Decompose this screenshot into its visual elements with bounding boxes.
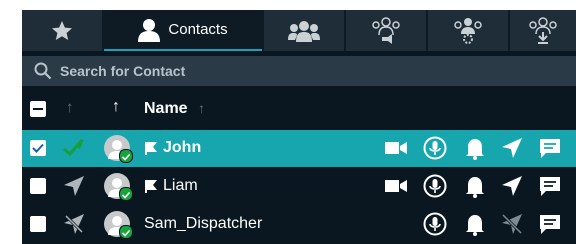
bell-icon [466, 215, 484, 236]
broadcast-group-icon [372, 16, 400, 44]
voice-call-button[interactable] [423, 136, 447, 160]
navigation-off-icon [500, 212, 524, 236]
select-all-checkbox[interactable] [30, 101, 46, 117]
online-badge [119, 149, 133, 163]
contacts-panel: Contacts Search for Contact ↑ ↑ Name ↑ J… [22, 10, 576, 244]
bell-icon [466, 139, 484, 160]
message-button[interactable] [538, 174, 562, 198]
tab-contacts[interactable]: Contacts [104, 10, 262, 51]
contact-name: John [163, 139, 202, 156]
microphone-icon [423, 136, 447, 160]
avatar [104, 135, 133, 163]
row-checkbox[interactable] [30, 178, 46, 194]
contact-row-john[interactable]: John [22, 130, 576, 167]
avatar [104, 173, 133, 201]
alert-button[interactable] [463, 212, 487, 236]
bell-icon [466, 177, 484, 198]
tab-broadcast[interactable] [346, 10, 426, 51]
message-button[interactable] [538, 212, 562, 236]
message-icon [540, 177, 560, 196]
contact-row-liam[interactable]: Liam [22, 168, 576, 205]
message-icon [540, 139, 560, 158]
message-button[interactable] [538, 136, 562, 160]
locate-disabled-button [500, 212, 524, 236]
tab-bar: Contacts [22, 10, 576, 51]
video-call-button[interactable] [384, 174, 408, 198]
list-header: ↑ ↑ Name ↑ [22, 92, 576, 126]
tab-group-download[interactable] [510, 10, 576, 51]
row-actions [384, 136, 574, 162]
location-off-icon [63, 213, 85, 235]
avatar [104, 211, 133, 239]
online-badge [119, 187, 133, 201]
search-bar [22, 56, 576, 86]
search-icon [34, 62, 52, 80]
voice-call-button[interactable] [423, 212, 447, 236]
search-input[interactable] [58, 62, 542, 80]
name-column-header[interactable]: Name [144, 100, 188, 118]
checkmark-icon [32, 143, 44, 153]
status-sort-arrow-icon[interactable]: ↑ [66, 99, 74, 116]
row-actions [384, 212, 574, 238]
tab-groups[interactable] [264, 10, 344, 51]
tab-favorites[interactable] [22, 10, 102, 51]
name-sort-arrow-icon[interactable]: ↑ [198, 100, 205, 116]
group-settings-icon [454, 17, 482, 44]
voice-call-button[interactable] [423, 174, 447, 198]
person-icon [138, 18, 161, 42]
contact-name: Liam [163, 177, 198, 194]
video-camera-icon [385, 142, 407, 154]
video-camera-icon [385, 180, 407, 192]
row-checkbox[interactable] [30, 140, 46, 156]
avatar-sort-arrow-icon[interactable]: ↑ [112, 98, 120, 116]
group-icon [288, 20, 320, 42]
navigation-arrow-icon [502, 176, 522, 196]
locate-button[interactable] [500, 174, 524, 198]
location-icon [64, 176, 84, 196]
microphone-icon [423, 174, 447, 198]
contact-row-sam-dispatcher[interactable]: Sam_Dispatcher [22, 206, 576, 243]
message-icon [540, 215, 560, 234]
row-checkbox[interactable] [30, 216, 46, 232]
location-sharing-icon [63, 139, 84, 157]
tab-contacts-label: Contacts [168, 21, 228, 38]
contact-name: Sam_Dispatcher [144, 215, 263, 232]
alert-button[interactable] [463, 136, 487, 160]
video-call-button[interactable] [384, 136, 408, 160]
flag-icon [145, 142, 157, 155]
navigation-arrow-icon [502, 138, 522, 158]
group-download-icon [529, 16, 557, 44]
online-badge [119, 225, 133, 239]
microphone-icon [423, 212, 447, 236]
flag-icon [145, 180, 157, 193]
alert-button[interactable] [463, 174, 487, 198]
row-actions [384, 174, 574, 200]
locate-button[interactable] [500, 136, 524, 160]
tab-group-settings[interactable] [428, 10, 508, 51]
star-icon [52, 20, 72, 40]
